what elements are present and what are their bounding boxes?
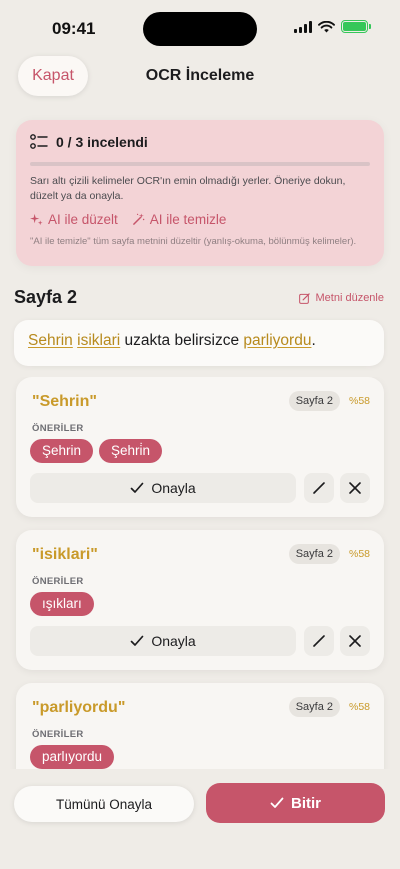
word-review-card: "parliyordu" Sayfa 2 %58 ÖNERİLER parlıy…: [16, 683, 384, 769]
progress-bar: [30, 162, 370, 166]
checkmark-icon: [270, 797, 284, 808]
status-bar: 09:41: [0, 0, 400, 56]
checklist-icon: [30, 134, 48, 149]
pencil-icon: [313, 482, 325, 494]
checkmark-icon: [130, 635, 144, 646]
flagged-word[interactable]: Sehrin: [28, 332, 73, 349]
word-review-card: "isiklari" Sayfa 2 %58 ÖNERİLER ışıkları…: [16, 530, 384, 670]
confidence-label: %58: [348, 548, 370, 560]
flagged-word-title: "isiklari": [32, 546, 98, 563]
suggestions-label: ÖNERİLER: [32, 729, 84, 740]
ai-fix-label: AI ile düzelt: [48, 212, 118, 227]
suggestion-chips: Şehrin Şehri̇n: [30, 439, 163, 463]
close-icon: [349, 482, 361, 494]
progress-label: 0 / 3 incelendi: [56, 134, 148, 150]
edit-icon: [298, 292, 310, 304]
finish-button[interactable]: Bitir: [206, 783, 385, 823]
page-section-title: Sayfa 2: [14, 287, 78, 307]
status-icons: [294, 20, 371, 33]
battery-icon: [341, 20, 371, 33]
close-icon: [349, 635, 361, 647]
approve-label: Onayla: [151, 633, 196, 649]
suggestion-chip[interactable]: parlıyordu: [30, 745, 115, 769]
flagged-word[interactable]: isiklari: [77, 332, 120, 349]
wand-icon: [132, 213, 145, 225]
page-chip: Sayfa 2: [288, 544, 340, 564]
review-summary-card: 0 / 3 incelendi Sarı altı çizili kelimel…: [16, 120, 384, 266]
approve-all-button[interactable]: Tümünü Onayla: [14, 786, 194, 822]
ocr-text-line: Sehrin isiklari uzakta belirsizce parliy…: [28, 332, 316, 349]
summary-description: Sarı altı çizili kelimeler OCR'ın emin o…: [30, 175, 346, 202]
finish-label: Bitir: [291, 794, 321, 812]
text-segment: uzakta belirsizce: [120, 332, 244, 349]
dynamic-island: [143, 12, 257, 46]
dismiss-button[interactable]: [340, 473, 370, 503]
nav-bar: Kapat OCR İnceleme: [0, 56, 400, 96]
summary-note: "AI ile temizle" tüm sayfa metnini düzel…: [30, 236, 357, 247]
text-segment: .: [311, 332, 316, 349]
progress-row: 0 / 3 incelendi: [30, 134, 370, 150]
sparkles-icon: [30, 213, 43, 226]
pencil-icon: [313, 635, 325, 647]
suggestion-chip[interactable]: Şehrin: [30, 439, 94, 463]
edit-text-label: Metni düzenle: [315, 292, 385, 304]
suggestion-chips: parlıyordu: [30, 745, 115, 769]
page-title: OCR İnceleme: [145, 67, 255, 84]
suggestion-chip[interactable]: ışıkları: [30, 592, 94, 616]
approve-button[interactable]: Onayla: [30, 473, 296, 503]
approve-button[interactable]: Onayla: [30, 626, 296, 656]
suggestions-label: ÖNERİLER: [32, 576, 84, 587]
confidence-label: %58: [348, 395, 370, 407]
checkmark-icon: [130, 482, 144, 493]
word-review-card: "Sehrin" Sayfa 2 %58 ÖNERİLER Şehrin Şehr…: [16, 377, 384, 517]
edit-word-button[interactable]: [304, 626, 334, 656]
page-chip: Sayfa 2: [288, 697, 340, 717]
suggestion-chip[interactable]: Şehri̇n: [99, 439, 163, 463]
ai-actions: AI ile düzelt AI ile temizle: [30, 212, 370, 227]
flagged-word-title: "parliyordu": [32, 699, 126, 716]
word-list[interactable]: "Sehrin" Sayfa 2 %58 ÖNERİLER Şehrin Şehr…: [0, 377, 400, 769]
suggestions-label: ÖNERİLER: [32, 423, 84, 434]
confidence-label: %58: [348, 701, 370, 713]
card-actions: Onayla: [30, 626, 370, 656]
approve-label: Onayla: [151, 480, 196, 496]
edit-text-button[interactable]: Metni düzenle: [298, 292, 385, 304]
signal-icon: [294, 20, 312, 33]
dismiss-button[interactable]: [340, 626, 370, 656]
ai-clean-button[interactable]: AI ile temizle: [132, 212, 227, 227]
status-time: 09:41: [52, 19, 96, 38]
page-chip: Sayfa 2: [288, 391, 340, 411]
ai-clean-label: AI ile temizle: [149, 212, 227, 227]
ai-fix-button[interactable]: AI ile düzelt: [30, 212, 118, 227]
ocr-text-card: Sehrin isiklari uzakta belirsizce parliy…: [14, 320, 384, 366]
wifi-icon: [318, 20, 335, 32]
suggestion-chips: ışıkları: [30, 592, 94, 616]
card-actions: Onayla: [30, 473, 370, 503]
flagged-word-title: "Sehrin": [32, 393, 97, 410]
edit-word-button[interactable]: [304, 473, 334, 503]
flagged-word[interactable]: parliyordu: [243, 332, 311, 349]
